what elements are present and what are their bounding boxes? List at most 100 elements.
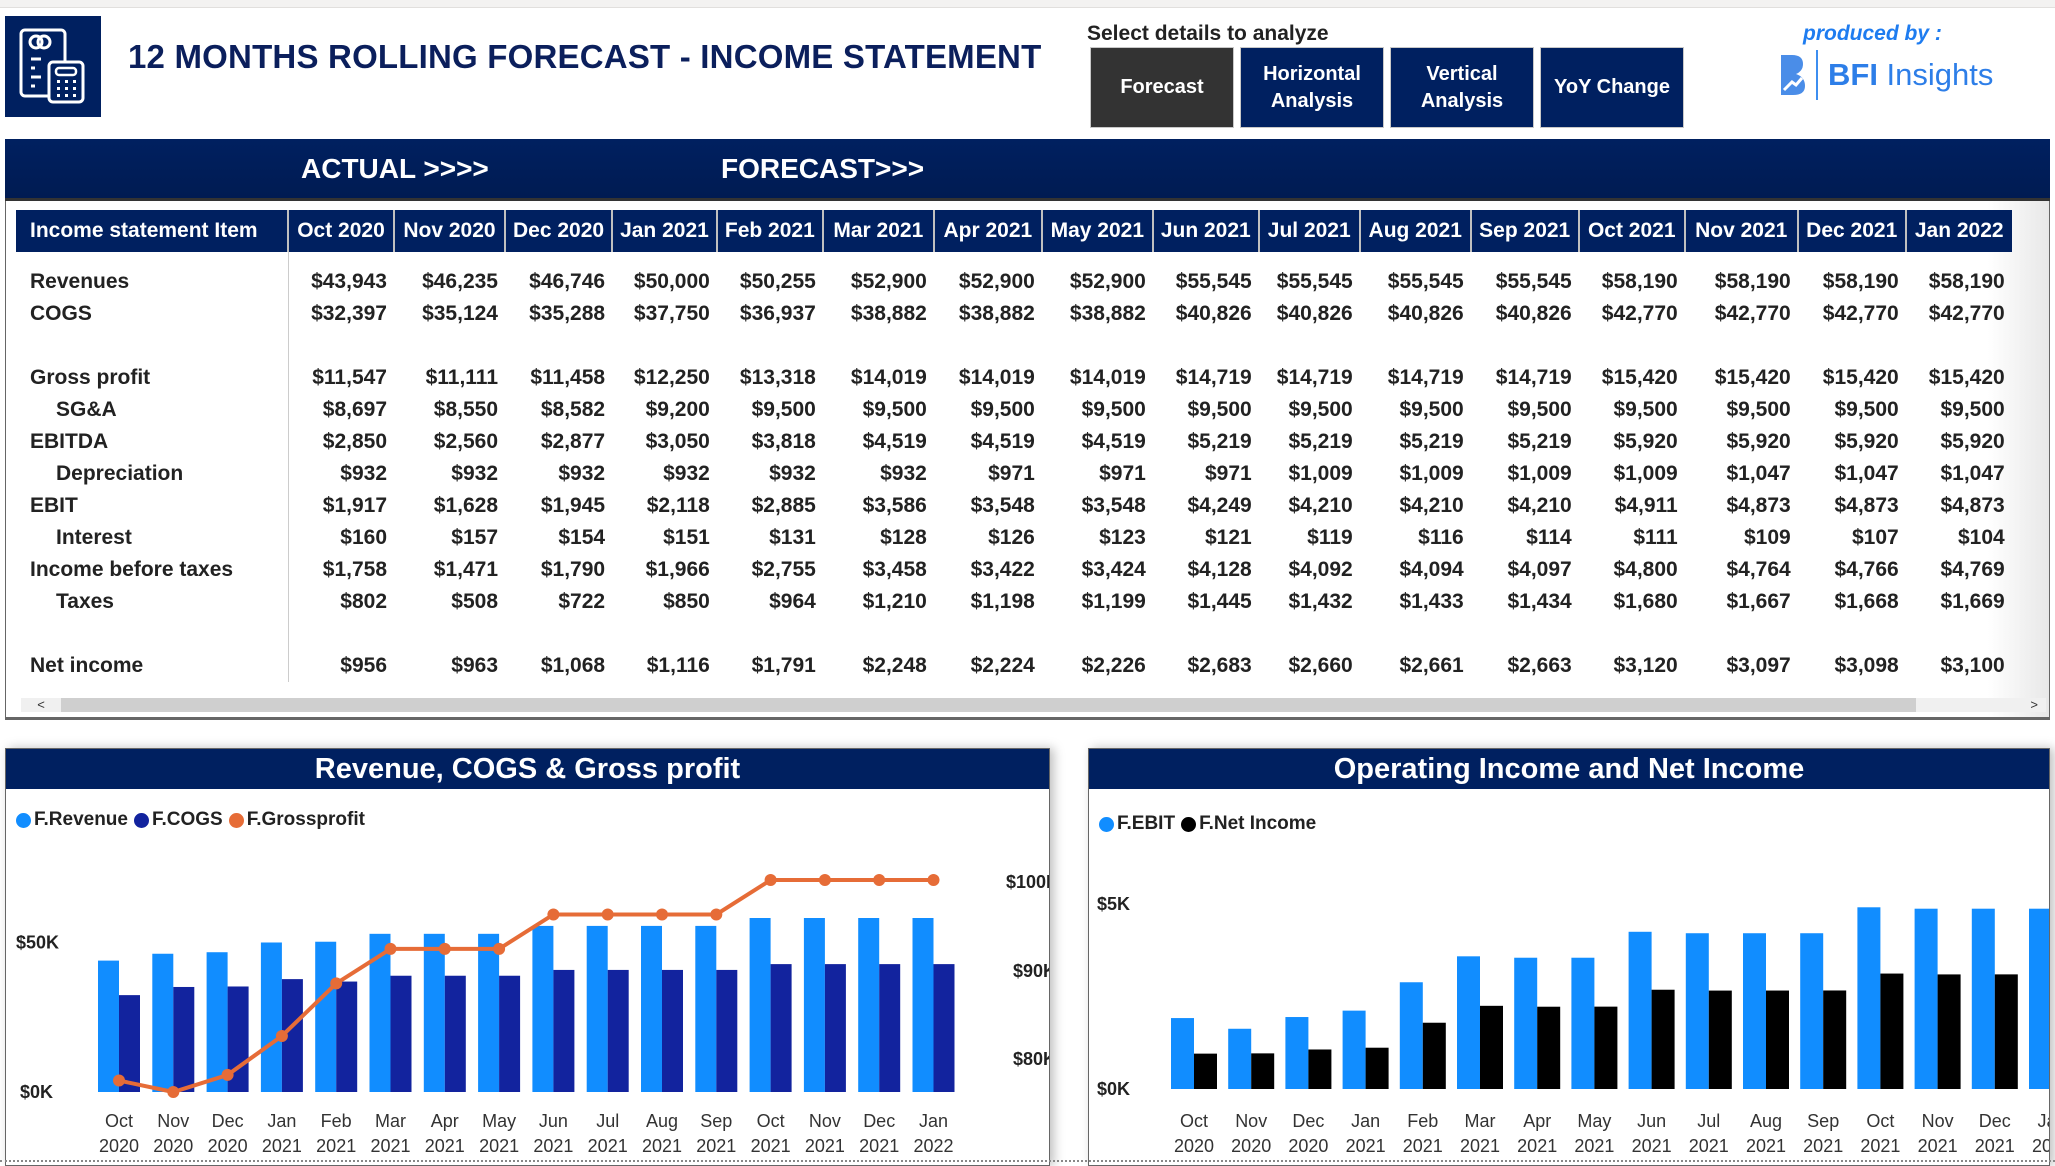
- table-cell: $8,582: [540, 398, 606, 421]
- table-cell: $3,548: [1081, 494, 1146, 517]
- ebit-bar: [1399, 982, 1423, 1089]
- column-header-month[interactable]: Sep 2021: [1469, 210, 1579, 252]
- table-cell: $55,545: [1387, 270, 1464, 293]
- table-cell: $971: [1099, 462, 1146, 485]
- table-cell: $2,224: [970, 654, 1035, 677]
- net-income-bar: [1422, 1022, 1446, 1089]
- page-bottom-edge: [0, 1160, 2055, 1166]
- cogs-bar: [879, 964, 901, 1092]
- legend-item-ebit[interactable]: F.EBIT: [1099, 813, 1175, 835]
- column-header-month[interactable]: Nov 2020: [393, 210, 505, 252]
- horizontal-scrollbar[interactable]: < >: [21, 698, 2046, 712]
- column-header-month[interactable]: May 2021: [1040, 210, 1153, 252]
- revenue-bar: [152, 953, 174, 1092]
- x-axis-tick-year: 2020: [1174, 1136, 1214, 1156]
- column-header-month[interactable]: Dec 2021: [1796, 210, 1906, 252]
- table-cell: $1,068: [540, 654, 606, 677]
- column-header-month[interactable]: Oct 2020: [287, 210, 394, 252]
- forecast-button[interactable]: Forecast: [1090, 47, 1234, 128]
- table-cell: $956: [340, 654, 387, 677]
- table-cell: $9,500: [1834, 398, 1899, 421]
- column-header-month[interactable]: Jul 2021: [1257, 210, 1360, 252]
- table-cell: $2,661: [1399, 654, 1464, 677]
- table-cell: $58,190: [1822, 270, 1899, 293]
- row-label: Interest: [16, 522, 289, 554]
- table-cell: $2,663: [1507, 654, 1572, 677]
- x-axis-tick-month: Dec: [1292, 1111, 1324, 1131]
- table-cell: [1259, 618, 1360, 650]
- table-cell: $3,120: [1613, 654, 1678, 677]
- column-header-month[interactable]: Apr 2021: [932, 210, 1042, 252]
- scroll-left-button[interactable]: <: [21, 698, 61, 712]
- ebit-bar: [1857, 907, 1881, 1089]
- legend-item-cogs[interactable]: F.COGS: [133, 809, 223, 831]
- column-header-month[interactable]: Dec 2020: [503, 210, 613, 252]
- legend-item-grossprofit[interactable]: F.Grossprofit: [228, 809, 365, 831]
- x-axis-tick-month: Feb: [1407, 1111, 1438, 1131]
- legend-item-net-income[interactable]: F.Net Income: [1181, 813, 1316, 835]
- cogs-bar: [553, 969, 575, 1092]
- vertical-analysis-button[interactable]: Vertical Analysis: [1390, 47, 1534, 128]
- table-cell: $111: [1633, 526, 1678, 549]
- table-cell: [505, 330, 612, 362]
- horizontal-analysis-label: Horizontal Analysis: [1263, 62, 1361, 112]
- table-cell: $40,826: [1276, 302, 1353, 325]
- row-label: [16, 330, 289, 362]
- table-row: EBIT $1,917 $1,628 $1,945 $2,118 $2,885 $3,586…: [16, 490, 2012, 522]
- column-header-month[interactable]: Jan 2021: [611, 210, 717, 252]
- column-header-item[interactable]: Income statement Item: [16, 210, 288, 252]
- cogs-bar: [499, 975, 521, 1092]
- table-cell: [612, 330, 717, 362]
- table-cell: $11,111: [425, 366, 498, 389]
- x-axis-tick-year: 2021: [1746, 1136, 1786, 1156]
- legend-item-revenue[interactable]: F.Revenue: [16, 809, 128, 831]
- table-row: Net income $956 $963 $1,068 $1,116 $1,791 $2,2…: [16, 650, 2012, 682]
- column-header-month[interactable]: Feb 2021: [715, 210, 823, 252]
- y-axis-tick: $5K: [1097, 894, 1130, 914]
- table-cell: [1906, 618, 2012, 650]
- column-header-month[interactable]: Jun 2021: [1151, 210, 1259, 252]
- table-cell: [1153, 330, 1259, 362]
- column-header-month[interactable]: Oct 2021: [1577, 210, 1685, 252]
- revenue-cogs-chart-panel: Revenue, COGS & Gross profit $0K$50K$80K…: [5, 748, 1050, 1166]
- x-axis-tick-month: Aug: [1750, 1111, 1782, 1131]
- horizontal-analysis-button[interactable]: Horizontal Analysis: [1240, 47, 1384, 128]
- table-cell: [1798, 618, 1906, 650]
- yoy-change-button[interactable]: YoY Change: [1540, 47, 1684, 128]
- table-cell: $3,458: [862, 558, 927, 581]
- table-cell: $1,667: [1726, 590, 1791, 613]
- column-header-month[interactable]: Aug 2021: [1358, 210, 1471, 252]
- table-cell: $1,628: [433, 494, 498, 517]
- table-cell: $38,882: [850, 302, 927, 325]
- table-cell: $5,219: [1399, 430, 1464, 453]
- table-cell: $4,764: [1726, 558, 1791, 581]
- revenue-bar: [695, 925, 717, 1092]
- table-cell: $3,050: [645, 430, 710, 453]
- x-axis-tick-month: Mar: [1465, 1111, 1496, 1131]
- x-axis-tick-year: 2020: [1231, 1136, 1271, 1156]
- ebit-bar: [1457, 956, 1480, 1089]
- table-cell: $9,500: [862, 398, 927, 421]
- grossprofit-point: [818, 874, 831, 886]
- x-axis-tick-month: Apr: [431, 1111, 459, 1131]
- x-axis-tick-month: Dec: [863, 1111, 895, 1131]
- column-header-month[interactable]: Jan 2022: [1904, 210, 2012, 252]
- cogs-bar: [444, 975, 466, 1092]
- table-cell: $114: [1526, 526, 1572, 549]
- column-header-month[interactable]: Nov 2021: [1683, 210, 1798, 252]
- scroll-right-button[interactable]: >: [1916, 698, 2046, 712]
- table-cell: $50,000: [633, 270, 710, 293]
- table-cell: $1,434: [1507, 590, 1572, 613]
- table-cell: $932: [663, 462, 710, 485]
- table-cell: $4,210: [1288, 494, 1353, 517]
- x-axis-tick-year: 2021: [533, 1136, 573, 1156]
- table-cell: $964: [769, 590, 816, 613]
- x-axis-tick-year: 2021: [370, 1136, 410, 1156]
- ebit-bar: [1171, 1018, 1194, 1089]
- column-header-month[interactable]: Mar 2021: [821, 210, 934, 252]
- operating-net-income-chart-panel: Operating Income and Net Income $0K $5K Oc…: [1088, 748, 2050, 1166]
- x-axis-tick-year: 2021: [1803, 1136, 1843, 1156]
- page-title: 12 MONTHS ROLLING FORECAST - INCOME STAT…: [128, 38, 1042, 75]
- table-row: Taxes $802 $508 $722 $850 $964 $1,210 $1,198 $1,…: [16, 586, 2012, 618]
- net-income-bar: [1880, 973, 1904, 1089]
